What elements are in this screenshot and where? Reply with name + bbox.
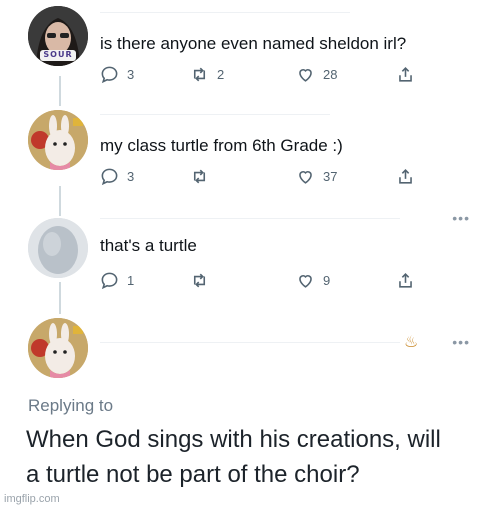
like-button[interactable]: 28 [296, 63, 337, 85]
share-icon [399, 66, 412, 82]
retweet-button[interactable]: 2 [190, 63, 224, 85]
reply-button[interactable]: 3 [100, 63, 134, 85]
reply-text: When God sings with his creations, will … [26, 422, 441, 492]
retweet-button[interactable] [190, 165, 209, 187]
share-button[interactable] [396, 165, 415, 187]
tweet[interactable]: my class turtle from 6th Grade :) 3 37 [0, 100, 500, 196]
more-icon[interactable]: ••• [452, 210, 470, 226]
share-button[interactable] [396, 63, 415, 85]
like-button[interactable]: 37 [296, 165, 337, 187]
avatar[interactable] [28, 318, 88, 378]
tweet-text: is there anyone even named sheldon irl? [100, 34, 407, 53]
tweet-actions: 1 9 [100, 269, 420, 291]
watermark: imgflip.com [4, 493, 60, 505]
like-count: 37 [323, 168, 338, 184]
more-icon[interactable]: ••• [452, 334, 470, 350]
share-icon [399, 272, 412, 288]
replying-to-label: Replying to [28, 396, 114, 415]
like-icon [299, 274, 312, 288]
name-line-placeholder [100, 12, 350, 13]
name-line-placeholder [100, 114, 330, 115]
retweet-count: 2 [217, 66, 225, 82]
reply-count: 1 [127, 272, 135, 288]
avatar-badge: SOUR [43, 50, 73, 59]
like-count: 28 [323, 66, 338, 82]
reply-icon [101, 272, 118, 289]
reply-text-line: a turtle not be part of the choir? [26, 461, 360, 488]
like-icon [299, 170, 312, 184]
tweet-actions: 3 2 28 [100, 63, 420, 85]
like-count: 9 [323, 272, 331, 288]
tweet[interactable]: ••• that's a turtle 1 9 [0, 196, 500, 306]
like-button[interactable]: 9 [296, 269, 330, 291]
emoji-icon: ♨ [404, 334, 419, 351]
avatar[interactable] [28, 218, 88, 278]
retweet-icon [193, 67, 206, 81]
avatar[interactable] [28, 110, 88, 170]
reply-count: 3 [127, 168, 135, 184]
tweet-text: my class turtle from 6th Grade :) [100, 136, 343, 155]
reply-button[interactable]: 3 [100, 165, 134, 187]
tweet-text: that's a turtle [100, 236, 197, 255]
name-line-placeholder [100, 218, 400, 219]
reply-button[interactable]: 1 [100, 269, 134, 291]
like-icon [299, 68, 312, 82]
reply-count: 3 [127, 66, 135, 82]
reply-icon [101, 66, 118, 83]
retweet-icon [193, 273, 206, 287]
tweet[interactable]: SOUR is there anyone even named sheldon … [0, 0, 500, 100]
share-button[interactable] [396, 269, 415, 291]
avatar[interactable]: SOUR [28, 6, 88, 66]
reply-text-line: When God sings with his creations, will [26, 426, 441, 453]
retweet-button[interactable] [190, 269, 209, 291]
tweet-actions: 3 37 [100, 165, 420, 187]
share-icon [399, 168, 412, 184]
retweet-icon [193, 169, 206, 183]
reply-icon [101, 168, 118, 185]
name-line-placeholder [100, 342, 400, 343]
